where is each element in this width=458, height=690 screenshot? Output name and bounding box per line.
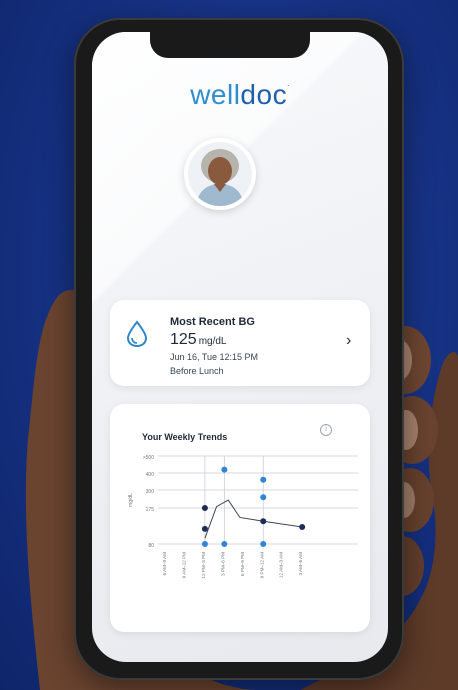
data-point (201, 525, 208, 532)
blood-drop-icon (126, 320, 148, 348)
data-point (221, 466, 228, 473)
y-axis-label: mg/dL (128, 493, 134, 507)
y-tick-label: 175 (146, 507, 155, 513)
recent-bg-card[interactable]: Most Recent BG 125 mg/dL Jun 16, Tue 12:1… (110, 300, 370, 386)
x-tick-label: 6 PM–9 PM (240, 552, 245, 576)
x-tick-label: 9 AM–12 PM (181, 552, 186, 578)
y-tick-label: 300 (146, 489, 155, 495)
recent-bg-title: Most Recent BG (170, 316, 255, 328)
data-point (201, 505, 208, 511)
data-point (260, 494, 267, 501)
data-point (260, 518, 267, 525)
x-tick-label: 3 AM–6 AM (298, 552, 303, 576)
x-tick-label: 9 PM–12 AM (259, 552, 264, 578)
recent-bg-date: Jun 16, Tue 12:15 PM (170, 352, 259, 362)
data-point (221, 541, 228, 547)
bg-unit: mg/dL (198, 336, 227, 347)
x-tick-label: 12 AM–3 AM (279, 552, 284, 578)
app-screen: welldoc. Most Recent BG 125 mg/dL Jun 16,… (92, 32, 388, 662)
data-point (201, 541, 208, 547)
trend-line (204, 499, 303, 539)
welldoc-logo: welldoc. (190, 79, 290, 110)
data-point (260, 476, 267, 483)
data-point (299, 523, 306, 530)
avatar-portrait (188, 142, 252, 206)
recent-bg-meal: Before Lunch (170, 366, 224, 376)
profile-avatar[interactable] (184, 138, 256, 210)
y-tick-label: 400 (146, 472, 155, 478)
y-tick-label: >500 (143, 455, 154, 461)
x-tick-label: 12 PM–3 PM (201, 552, 206, 579)
x-tick-label: 6 AM–9 AM (162, 552, 167, 576)
weekly-trends-card[interactable]: Your Weekly Trends i >500 400 300 175 80 mg/d… (110, 404, 370, 632)
y-tick-label: 80 (148, 543, 154, 549)
weekly-trends-chart: >500 400 300 175 80 mg/dL 6 AM–9 AM 9 AM–12 PM 1… (128, 455, 358, 579)
recent-bg-value: 125 mg/dL (170, 331, 227, 349)
bg-number: 125 (170, 331, 197, 348)
chevron-right-icon[interactable]: › (346, 332, 351, 350)
data-point (260, 541, 267, 547)
x-tick-label: 3 PM–6 PM (220, 552, 225, 576)
phone-notch (150, 32, 310, 58)
